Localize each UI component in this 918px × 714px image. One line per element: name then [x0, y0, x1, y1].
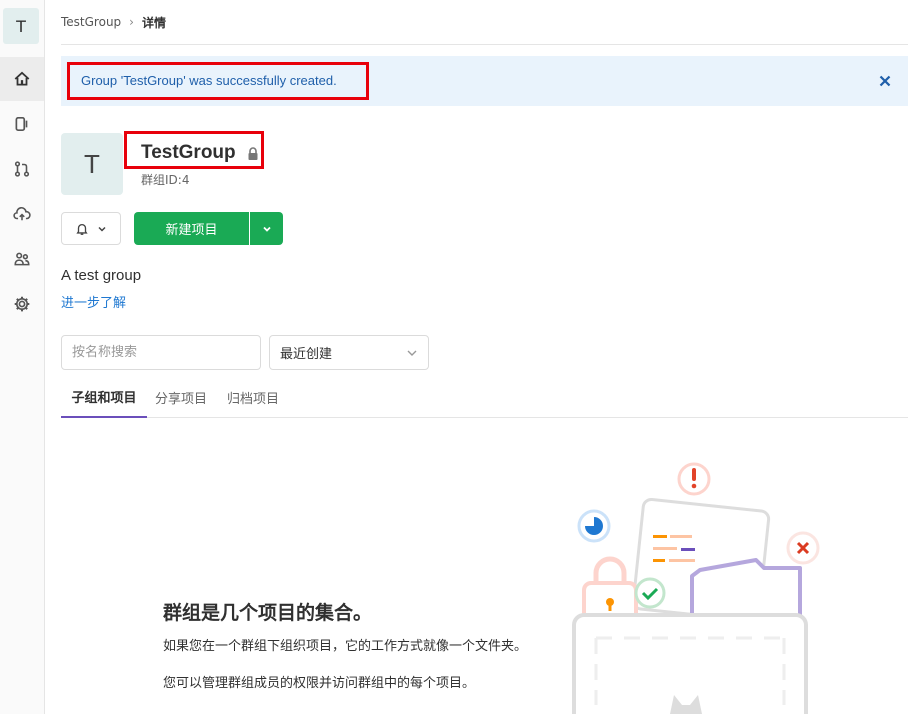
members-icon[interactable] [0, 237, 44, 281]
group-description: A test group [61, 267, 142, 284]
merge-request-icon[interactable] [0, 147, 44, 191]
issues-icon[interactable] [0, 102, 44, 146]
search-input[interactable] [61, 335, 261, 370]
sort-selected-label: 最近创建 [280, 347, 333, 362]
highlight-box-alert [67, 62, 369, 100]
group-id: 群组ID:4 [141, 173, 190, 187]
empty-state-illustration [572, 462, 820, 714]
breadcrumb: TestGroup › 详情 [61, 12, 166, 32]
group-tabs: 子组和项目 分享项目 归档项目 [61, 377, 908, 418]
chevron-down-icon [98, 226, 106, 232]
tab-subgroups-projects[interactable]: 子组和项目 [61, 377, 147, 418]
home-icon[interactable] [0, 57, 44, 101]
breadcrumb-current: 详情 [141, 15, 166, 30]
new-project-dropdown-toggle[interactable] [250, 212, 283, 245]
breadcrumb-chevron-icon: › [129, 15, 134, 29]
group-avatar: T [61, 133, 123, 195]
breadcrumb-group-link[interactable]: TestGroup [61, 15, 121, 29]
tab-shared-projects[interactable]: 分享项目 [155, 377, 207, 417]
group-avatar-small[interactable]: T [3, 8, 39, 44]
highlight-box-title [124, 131, 264, 169]
empty-state-title: 群组是几个项目的集合。 [163, 602, 373, 624]
cloud-upload-icon[interactable] [0, 192, 44, 236]
notification-dropdown-button[interactable] [61, 212, 121, 245]
empty-state-text-2: 您可以管理群组成员的权限并访问群组中的每个项目。 [163, 676, 476, 691]
empty-state-text-1: 如果您在一个群组下组织项目，它的工作方式就像一个文件夹。 [163, 639, 528, 654]
sort-dropdown[interactable]: 最近创建 [269, 335, 429, 370]
bell-icon [76, 223, 88, 235]
close-icon[interactable] [876, 72, 894, 90]
left-sidebar: T [0, 0, 45, 714]
new-project-button[interactable]: 新建项目 [134, 212, 249, 245]
settings-gear-icon[interactable] [0, 282, 44, 326]
chevron-down-icon [407, 350, 417, 356]
learn-more-link[interactable]: 进一步了解 [61, 292, 126, 311]
tab-archived-projects[interactable]: 归档项目 [227, 377, 279, 417]
chevron-down-icon [262, 226, 271, 232]
header-divider [61, 44, 908, 45]
